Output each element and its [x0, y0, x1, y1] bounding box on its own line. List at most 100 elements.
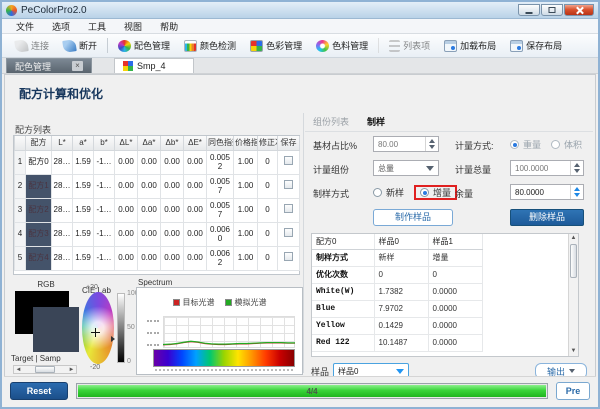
down-arrow-icon[interactable] [574, 193, 580, 197]
delete-sample-button[interactable]: 删除样品 [510, 209, 584, 226]
scroll-thumb[interactable] [35, 366, 55, 373]
column-header[interactable]: b* [94, 136, 115, 150]
scroll-left-icon[interactable]: ◄ [14, 367, 23, 373]
save-checkbox[interactable] [284, 252, 293, 261]
save-checkbox[interactable] [284, 156, 293, 165]
save-checkbox[interactable] [284, 180, 293, 189]
up-arrow-icon[interactable] [574, 187, 580, 191]
sample-column-header[interactable]: 配方0 [312, 234, 374, 249]
formula-row[interactable]: 2 配方1 28… 1.59 -1… 0.00 0.00 0.00 0.00 0… [15, 174, 300, 198]
row-number[interactable]: 4 [15, 222, 26, 246]
lightness-bar[interactable] [117, 293, 125, 363]
reset-button[interactable]: Reset [10, 382, 68, 400]
column-header[interactable]: ΔE* [184, 136, 207, 150]
tab-components-list[interactable]: 组份列表 [313, 115, 349, 128]
swatch-scrollbar[interactable]: ◄ ► [13, 365, 77, 374]
formula-name-cell[interactable]: 配方0 [26, 150, 52, 174]
component-dropdown[interactable]: 总量 [373, 160, 439, 176]
toolbar-button[interactable]: 加载布局 [437, 38, 503, 53]
scroll-right-icon[interactable]: ► [67, 367, 76, 373]
menu-item[interactable]: 选项 [44, 19, 78, 34]
formula-row[interactable]: 4 配方3 28… 1.59 -1… 0.00 0.00 0.00 0.00 0… [15, 222, 300, 246]
spectrum-chart: 目标光谱 模拟光谱 [136, 287, 303, 375]
toolbar-button[interactable]: 断开 [56, 38, 104, 53]
toolbar-button[interactable]: 列表项 [378, 38, 437, 53]
column-header[interactable]: a* [73, 136, 94, 150]
remain-stepper[interactable]: 80.0000 [510, 184, 584, 200]
legend-label: 目标光谱 [183, 297, 215, 308]
minimize-icon[interactable] [518, 4, 540, 16]
maximize-icon[interactable] [541, 4, 563, 16]
toolbar-button[interactable]: 连接 [8, 38, 56, 53]
menu-item[interactable]: 文件 [8, 19, 42, 34]
new-sample-radio[interactable] [373, 188, 382, 197]
formula-name-cell[interactable]: 配方1 [26, 174, 52, 198]
formula-row[interactable]: 5 配方4 28… 1.59 -1… 0.00 0.00 0.00 0.00 0… [15, 246, 300, 270]
down-arrow-icon[interactable] [429, 145, 435, 149]
tab-close-icon[interactable]: × [72, 61, 83, 71]
sample-table-row[interactable]: White(W) 1.7382 0.0000 [312, 283, 482, 300]
up-arrow-icon[interactable] [429, 139, 435, 143]
toolbar-button[interactable]: 保存布局 [503, 38, 569, 53]
menu-item[interactable]: 工具 [80, 19, 114, 34]
save-checkbox[interactable] [284, 204, 293, 213]
toolbar-button[interactable]: 色料管理 [309, 38, 375, 53]
column-header[interactable] [15, 136, 26, 150]
formula-name-cell[interactable]: 配方2 [26, 198, 52, 222]
base-ratio-stepper[interactable]: 80.00 [373, 136, 439, 152]
column-header[interactable]: 保存 [278, 136, 300, 150]
y-axis-tick [147, 332, 159, 334]
formula-name-cell[interactable]: 配方4 [26, 246, 52, 270]
column-header[interactable]: L* [52, 136, 73, 150]
close-icon[interactable] [564, 4, 594, 16]
sample-table-row[interactable]: 优化次数 0 0 [312, 266, 482, 283]
save-checkbox[interactable] [284, 228, 293, 237]
column-header[interactable]: 同色指数 [207, 136, 234, 150]
toolbar-button[interactable]: 配色管理 [107, 38, 177, 53]
scroll-down-icon[interactable]: ▼ [569, 347, 578, 356]
sample-table-scrollbar[interactable]: ▲ ▼ [568, 234, 578, 356]
scroll-up-icon[interactable]: ▲ [569, 234, 578, 243]
row-number[interactable]: 1 [15, 150, 26, 174]
column-header[interactable]: 价格指数 [234, 136, 258, 150]
stepper-arrows[interactable] [570, 161, 583, 175]
tab-sampling[interactable]: 制样 [367, 115, 385, 128]
weight-radio[interactable] [510, 140, 519, 149]
column-header[interactable]: 修正次数 [258, 136, 278, 150]
scroll-thumb[interactable] [570, 244, 577, 278]
row-number[interactable]: 3 [15, 198, 26, 222]
toolbar-button[interactable]: 颜色检测 [177, 38, 243, 53]
column-header[interactable]: 配方 [26, 136, 52, 150]
increment-radio[interactable] [420, 188, 429, 197]
formula-name-cell[interactable]: 配方3 [26, 222, 52, 246]
sample-table-row[interactable]: 制样方式 新样 增量 [312, 249, 482, 266]
column-header[interactable]: Δb* [161, 136, 184, 150]
stepper-arrows[interactable] [425, 137, 438, 151]
make-sample-button[interactable]: 制作样品 [373, 209, 453, 226]
total-stepper[interactable]: 100.0000 [510, 160, 584, 176]
stepper-arrows[interactable] [570, 185, 583, 199]
row-number[interactable]: 5 [15, 246, 26, 270]
formula-row[interactable]: 1 配方0 28… 1.59 -1… 0.00 0.00 0.00 0.00 0… [15, 150, 300, 174]
sample-column-header[interactable]: 样品1 [428, 234, 482, 249]
panel-divider [303, 113, 304, 373]
menu-item[interactable]: 帮助 [152, 19, 186, 34]
sample-table-row[interactable]: Blue 7.9702 0.0000 [312, 300, 482, 317]
volume-radio[interactable] [551, 140, 560, 149]
toolbar-button[interactable]: 色彩管理 [243, 38, 309, 53]
pre-button[interactable]: Pre [556, 382, 590, 400]
sample-table-row[interactable]: Red 122 10.1487 0.0000 [312, 334, 482, 351]
row-number[interactable]: 2 [15, 174, 26, 198]
up-arrow-icon[interactable] [574, 163, 580, 167]
menu-item[interactable]: 视图 [116, 19, 150, 34]
down-arrow-icon[interactable] [574, 169, 580, 173]
sample-table-row[interactable]: Yellow 0.1429 0.0000 [312, 317, 482, 334]
sample-column-header[interactable]: 样品0 [374, 234, 428, 249]
formula-row[interactable]: 3 配方2 28… 1.59 -1… 0.00 0.00 0.00 0.00 0… [15, 198, 300, 222]
tab-color-match-manage[interactable]: 配色管理 × [6, 58, 92, 73]
base-ratio-label: 基材占比% [313, 139, 357, 152]
tab-smp4[interactable]: Smp_4 [114, 58, 194, 73]
column-header[interactable]: Δa* [138, 136, 161, 150]
a-value: 1.59 [73, 174, 94, 198]
column-header[interactable]: ΔL* [115, 136, 138, 150]
